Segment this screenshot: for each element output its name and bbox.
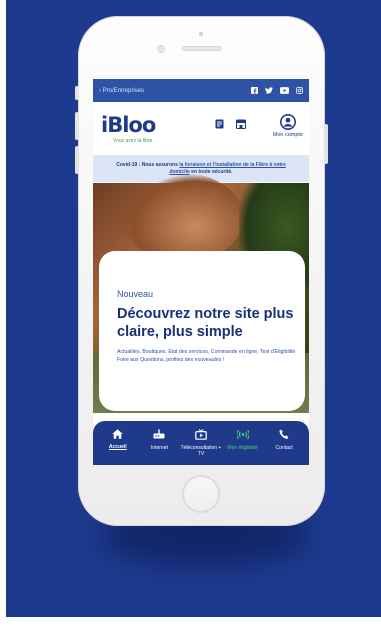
nav-label-teleconsultation: Téléconsultation + TV: [180, 445, 222, 457]
nav-item-teleconsultation[interactable]: Téléconsultation + TV: [180, 421, 222, 465]
nav-item-accueil[interactable]: Accueil: [97, 421, 139, 465]
front-camera: [157, 45, 165, 53]
nav-item-eligibilite[interactable]: Mon éligibilité: [222, 421, 264, 465]
promo-text: Actualités, Boutiques, Etat des services…: [117, 349, 297, 364]
top-bar: › Pro/Entreprises: [93, 79, 309, 102]
nav-label-contact: Contact: [275, 445, 293, 451]
earpiece-speaker: [182, 46, 222, 51]
promo-card[interactable]: Nouveau Découvrez notre site plus claire…: [99, 251, 305, 411]
promo-kicker: Nouveau: [117, 289, 154, 299]
promo-line-1: Actualités, Boutiques, Etat des services…: [117, 349, 296, 355]
nav-label-eligibilite: Mon éligibilité: [227, 445, 258, 451]
phone-mockup: › Pro/Entreprises iBloo Vous avez la fib…: [75, 16, 328, 526]
home-button: [182, 475, 220, 513]
promo-line-2: Foire aux Questions, profitez des nouvea…: [117, 356, 225, 363]
logo-wordmark: iBloo: [101, 112, 156, 137]
document-icon[interactable]: [215, 119, 224, 129]
tv-icon: [195, 429, 207, 440]
account-button[interactable]: Mon compte: [273, 114, 303, 138]
nav-item-internet[interactable]: Internet: [139, 421, 181, 465]
promo-title: Découvrez notre site plus claire, plus s…: [117, 306, 294, 340]
mute-switch: [75, 86, 79, 100]
nav-label-accueil: Accueil: [108, 444, 127, 450]
twitter-icon[interactable]: [265, 87, 273, 94]
phone-icon: [279, 429, 289, 439]
user-icon: [279, 114, 296, 130]
volume-down-button: [75, 146, 79, 174]
ibloo-logo[interactable]: iBloo Vous avez la fibre: [101, 112, 156, 144]
store-icon[interactable]: [236, 119, 246, 129]
social-links: [251, 87, 303, 94]
logo-tagline: Vous avez la fibre: [113, 137, 153, 144]
account-label: Mon compte: [272, 132, 303, 138]
signal-icon: [236, 429, 249, 440]
facebook-icon[interactable]: [251, 87, 258, 94]
nav-item-contact[interactable]: Contact: [263, 421, 305, 465]
youtube-icon[interactable]: [280, 87, 289, 94]
power-button: [324, 124, 328, 164]
covid-prefix: Covid-19 : Nous assurons: [116, 161, 180, 168]
instagram-icon[interactable]: [296, 87, 303, 94]
phone-screen: › Pro/Entreprises iBloo Vous avez la fib…: [93, 79, 309, 465]
background-panel: › Pro/Entreprises iBloo Vous avez la fib…: [6, 0, 381, 617]
pro-link[interactable]: › Pro/Entreprises: [99, 88, 144, 94]
bottom-nav: Accueil Internet Téléconsultation + TV M…: [93, 421, 309, 465]
nav-label-internet: Internet: [150, 445, 168, 451]
volume-up-button: [75, 112, 79, 140]
sensor-dot: [199, 32, 203, 36]
home-icon: [112, 429, 123, 439]
site-header: iBloo Vous avez la fibre Mon compte: [93, 102, 309, 155]
header-icons: [215, 119, 246, 129]
hero-person: [123, 173, 243, 263]
router-icon: [153, 429, 165, 439]
